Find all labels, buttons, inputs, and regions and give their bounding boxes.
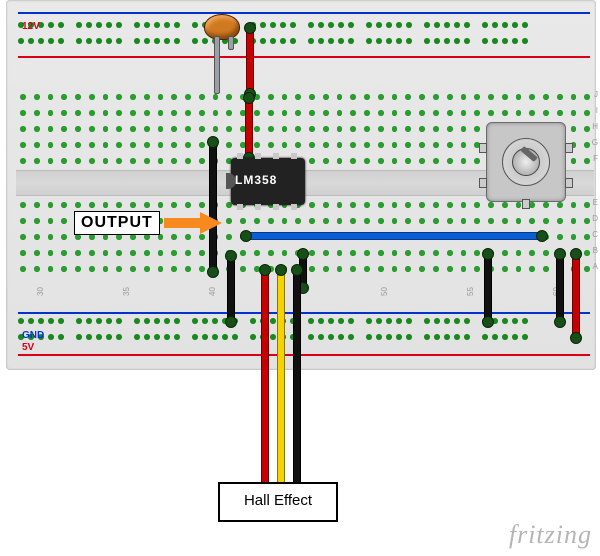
- rail-label-gnd: GND: [22, 330, 44, 341]
- wire-end: [244, 22, 256, 34]
- top-rail-neg-line: [18, 12, 590, 14]
- wire-end: [554, 248, 566, 260]
- ic-label: LM358: [235, 173, 277, 187]
- field-row-J: [18, 92, 592, 102]
- row-C: C: [592, 230, 598, 239]
- wire-end: [482, 248, 494, 260]
- hall-effect-box: Hall Effect: [218, 482, 338, 522]
- wire-end: [482, 316, 494, 328]
- wire-end: [243, 92, 255, 104]
- potentiometer: [486, 122, 566, 202]
- col-40: 40: [208, 287, 217, 296]
- wire-end: [554, 316, 566, 328]
- wire-red-pot-5v: [572, 252, 580, 338]
- row-A: A: [593, 262, 598, 271]
- wire-end: [225, 250, 237, 262]
- ceramic-capacitor: [204, 14, 240, 40]
- col-35: 35: [122, 287, 131, 296]
- wire-end: [570, 248, 582, 260]
- row-G: G: [592, 138, 598, 147]
- wire-end: [240, 230, 252, 242]
- wire-end: [275, 264, 287, 276]
- wire-end: [536, 230, 548, 242]
- top-rail-row-a: [18, 22, 592, 32]
- wire-black-output: [209, 140, 217, 272]
- row-E: E: [593, 198, 598, 207]
- wire-end: [207, 136, 219, 148]
- wire-red-top: [246, 26, 254, 94]
- wire-end: [297, 248, 309, 260]
- fritzing-breadboard-diagram: 12V GND 5V 30 35 40 45 50 55 60 J I H G …: [0, 0, 600, 556]
- row-I: I: [596, 106, 598, 115]
- rail-label-5v: 5V: [22, 342, 34, 353]
- wire-end: [225, 316, 237, 328]
- bot-rail-pos-line: [18, 354, 590, 356]
- row-F: F: [593, 154, 598, 163]
- top-rail-pos-line: [18, 56, 590, 58]
- wire-black-ic-gnd: [227, 254, 235, 322]
- wire-end: [291, 264, 303, 276]
- capacitor-lead-right: [228, 36, 234, 50]
- field-row-I: [18, 108, 592, 118]
- output-label: OUTPUT: [74, 211, 160, 235]
- wire-blue-output: [244, 232, 542, 240]
- output-arrow-icon: [164, 214, 222, 232]
- wire-end: [207, 266, 219, 278]
- wire-black-pot-g2: [556, 252, 564, 322]
- col-50: 50: [380, 287, 389, 296]
- row-H: H: [592, 122, 598, 131]
- bot-rail-row-a: [18, 318, 592, 328]
- wire-end: [259, 264, 271, 276]
- wire-black-hall-gnd: [293, 268, 301, 488]
- wire-red-ic-vcc: [245, 96, 253, 158]
- rail-label-12v: 12V: [22, 21, 40, 32]
- row-J: J: [594, 90, 598, 99]
- wire-end: [570, 332, 582, 344]
- bot-rail-neg-line: [18, 312, 590, 314]
- wire-black-pot-g1: [484, 252, 492, 322]
- capacitor-lead-left: [214, 36, 220, 94]
- row-D: D: [592, 214, 598, 223]
- col-55: 55: [466, 287, 475, 296]
- top-rail-row-b: [18, 38, 592, 48]
- wire-yellow-hall-sig: [277, 268, 285, 488]
- fritzing-watermark: fritzing: [509, 520, 592, 550]
- col-30: 30: [36, 287, 45, 296]
- bot-rail-row-b: [18, 334, 592, 344]
- wire-red-hall-vcc: [261, 268, 269, 488]
- row-B: B: [593, 246, 598, 255]
